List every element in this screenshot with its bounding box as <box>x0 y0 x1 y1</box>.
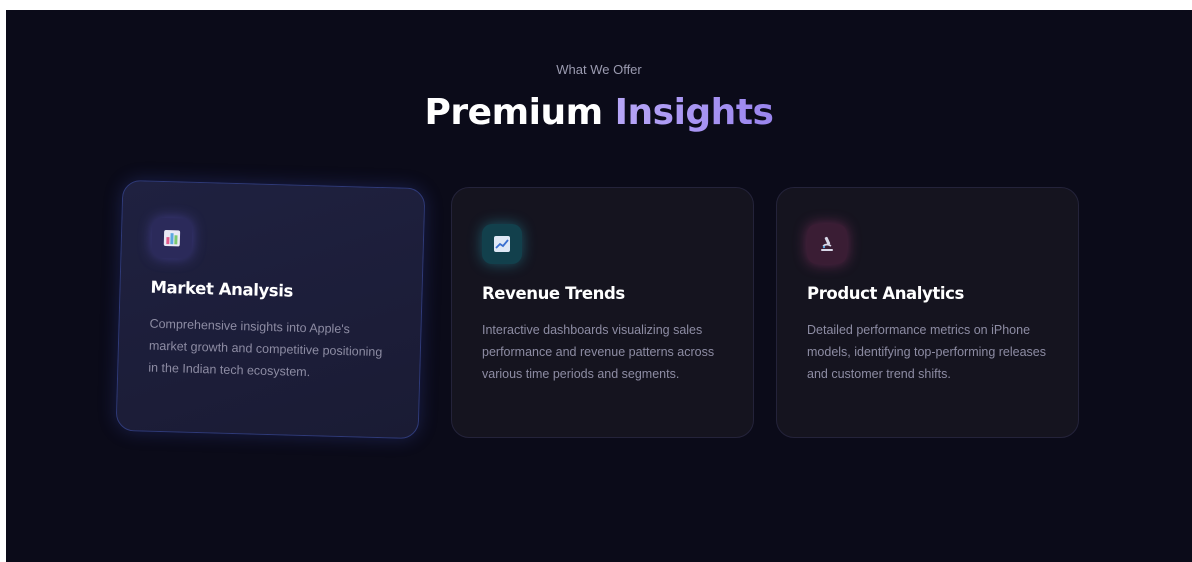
card-title: Revenue Trends <box>482 284 625 303</box>
line-chart-icon <box>482 224 522 264</box>
card-title: Product Analytics <box>807 284 964 303</box>
section-eyebrow: What We Offer <box>556 62 642 77</box>
card-market-analysis[interactable]: Market Analysis Comprehensive insights i… <box>115 179 426 440</box>
section-title-main: Premium <box>424 92 604 133</box>
card-revenue-trends[interactable]: Revenue Trends Interactive dashboards vi… <box>451 187 754 438</box>
microscope-icon <box>807 224 847 264</box>
card-title: Market Analysis <box>150 277 294 301</box>
card-description: Detailed performance metrics on iPhone m… <box>807 323 1047 381</box>
card-description: Comprehensive insights into Apple's mark… <box>148 316 383 380</box>
bar-chart-icon <box>151 217 193 259</box>
card-description: Interactive dashboards visualizing sales… <box>482 323 715 381</box>
section-title-accent: Insights <box>614 92 774 133</box>
offer-section: What We Offer Premium Insights Market An… <box>6 10 1192 562</box>
section-title: Premium Insights <box>6 92 1192 133</box>
card-product-analytics[interactable]: Product Analytics Detailed performance m… <box>776 187 1079 438</box>
